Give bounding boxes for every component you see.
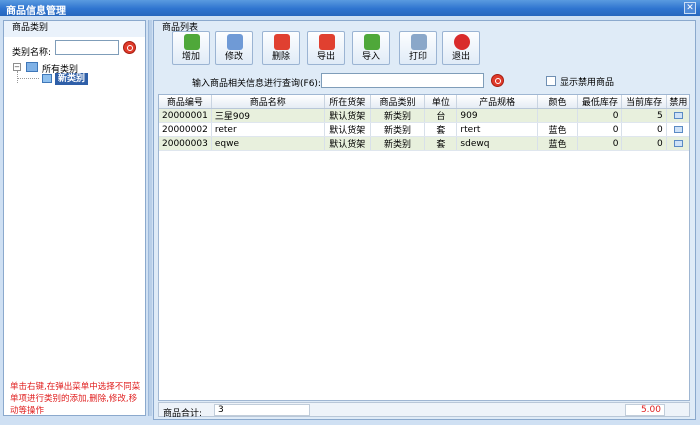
cell-current-stock: 0 [621,136,667,151]
column-header[interactable]: 单位 [424,95,458,109]
column-header[interactable]: 颜色 [537,95,579,109]
cell-color: 蓝色 [537,122,579,137]
cell-spec: 909 [456,108,538,123]
show-disabled-checkbox[interactable] [546,76,556,86]
cell-unit: 台 [424,108,458,123]
cell-category: 新类别 [370,136,426,151]
print-button[interactable]: 打印 [399,31,437,65]
column-header[interactable]: 禁用 [666,95,689,109]
query-search-icon[interactable] [491,74,504,87]
product-panel: 商品列表 增加 修改 删除 导出 导入 打印 退出 输入商品相关信息进行查询(F… [153,20,696,420]
cell-min-stock: 0 [577,108,623,123]
window-title: 商品信息管理 [6,6,66,17]
column-header[interactable]: 当前库存 [621,95,667,109]
category-search-icon[interactable] [123,41,136,54]
cell-current-stock: 5 [621,108,667,123]
exit-icon [454,34,470,50]
show-disabled-label: 显示禁用商品 [560,78,615,88]
category-panel: 商品类别 类别名称: − 所有类别 新类别 单击右键,在弹出菜单中选择不同菜单项… [3,20,146,416]
export-button[interactable]: 导出 [307,31,345,65]
column-header[interactable]: 所在货架 [324,95,371,109]
import-icon [364,34,380,50]
query-label: 输入商品相关信息进行查询(F6): [192,79,321,89]
cell-code: 20000003 [159,136,212,151]
tree-root[interactable]: − 所有类别 新类别 [8,61,143,85]
column-header[interactable]: 商品类别 [370,95,426,109]
cell-spec: sdewq [456,136,538,151]
cell-shelf: 默认货架 [324,108,371,123]
disable-toggle-icon[interactable] [673,139,683,147]
cell-name: reter [211,122,325,137]
disable-toggle-icon[interactable] [673,125,683,133]
category-node-icon [42,74,52,83]
column-header[interactable]: 最低库存 [577,95,623,109]
cell-disabled [666,108,689,123]
add-icon [184,34,200,50]
cell-disabled [666,136,689,151]
exit-button[interactable]: 退出 [442,31,480,65]
cell-code: 20000001 [159,108,212,123]
table-header: 商品编号 商品名称 所在货架 商品类别 单位 产品规格 颜色 最低库存 当前库存… [159,95,689,109]
category-name-input[interactable] [55,40,119,55]
export-icon [319,34,335,50]
edit-button-label: 修改 [224,52,243,62]
total-count: 3 [214,404,310,416]
cell-min-stock: 0 [577,136,623,151]
cell-name: 三星909 [211,108,325,123]
title-bar: 商品信息管理 ✕ [0,0,700,17]
total-sum: 5.00 [625,404,665,416]
folder-icon [25,61,39,72]
cell-unit: 套 [424,122,458,137]
import-button[interactable]: 导入 [352,31,390,65]
table-row[interactable]: 20000002 reter 默认货架 新类别 套 rtert 蓝色 0 0 [159,122,689,137]
cell-min-stock: 0 [577,122,623,137]
usage-tip: 单击右键,在弹出菜单中选择不同菜单项进行类别的添加,删除,修改,移动等操作 [10,382,141,416]
add-button[interactable]: 增加 [172,31,210,65]
cell-color: 蓝色 [537,136,579,151]
cell-current-stock: 0 [621,122,667,137]
column-header[interactable]: 产品规格 [456,95,538,109]
cell-disabled [666,122,689,137]
column-header[interactable]: 商品名称 [211,95,325,109]
category-name-label: 类别名称: [12,48,52,58]
print-button-label: 打印 [408,52,427,62]
cell-unit: 套 [424,136,458,151]
exit-button-label: 退出 [451,52,470,62]
edit-icon [227,34,243,50]
cell-code: 20000002 [159,122,212,137]
cell-name: eqwe [211,136,325,151]
main-frame: 商品类别 类别名称: − 所有类别 新类别 单击右键,在弹出菜单中选择不同菜单项… [0,16,700,425]
category-tree: − 所有类别 新类别 [8,61,143,85]
query-input[interactable] [321,73,484,88]
table-row[interactable]: 20000003 eqwe 默认货架 新类别 套 sdewq 蓝色 0 0 [159,136,689,151]
table-footer: 商品合计: 3 5.00 [158,402,690,419]
disable-toggle-icon[interactable] [673,111,683,119]
edit-button[interactable]: 修改 [215,31,253,65]
tree-connector-child [17,78,39,79]
panel-splitter[interactable] [148,20,152,416]
close-button[interactable]: ✕ [684,2,696,14]
product-table: 商品编号 商品名称 所在货架 商品类别 单位 产品规格 颜色 最低库存 当前库存… [158,94,690,401]
tree-expander-icon[interactable]: − [13,63,21,71]
add-button-label: 增加 [181,52,200,62]
delete-icon [274,34,290,50]
cell-shelf: 默认货架 [324,122,371,137]
cell-category: 新类别 [370,122,426,137]
delete-button-label: 删除 [271,52,290,62]
tree-item-new-category[interactable]: 新类别 [55,73,89,85]
cell-shelf: 默认货架 [324,136,371,151]
export-button-label: 导出 [316,52,335,62]
print-icon [411,34,427,50]
table-row[interactable]: 20000001 三星909 默认货架 新类别 台 909 0 5 [159,108,689,123]
total-label: 商品合计: [163,409,203,419]
cell-spec: rtert [456,122,538,137]
cell-category: 新类别 [370,108,426,123]
category-panel-title: 商品类别 [12,23,49,33]
column-header[interactable]: 商品编号 [159,95,212,109]
delete-button[interactable]: 删除 [262,31,300,65]
import-button-label: 导入 [361,52,380,62]
cell-color [537,108,579,123]
tree-connector [17,71,18,83]
